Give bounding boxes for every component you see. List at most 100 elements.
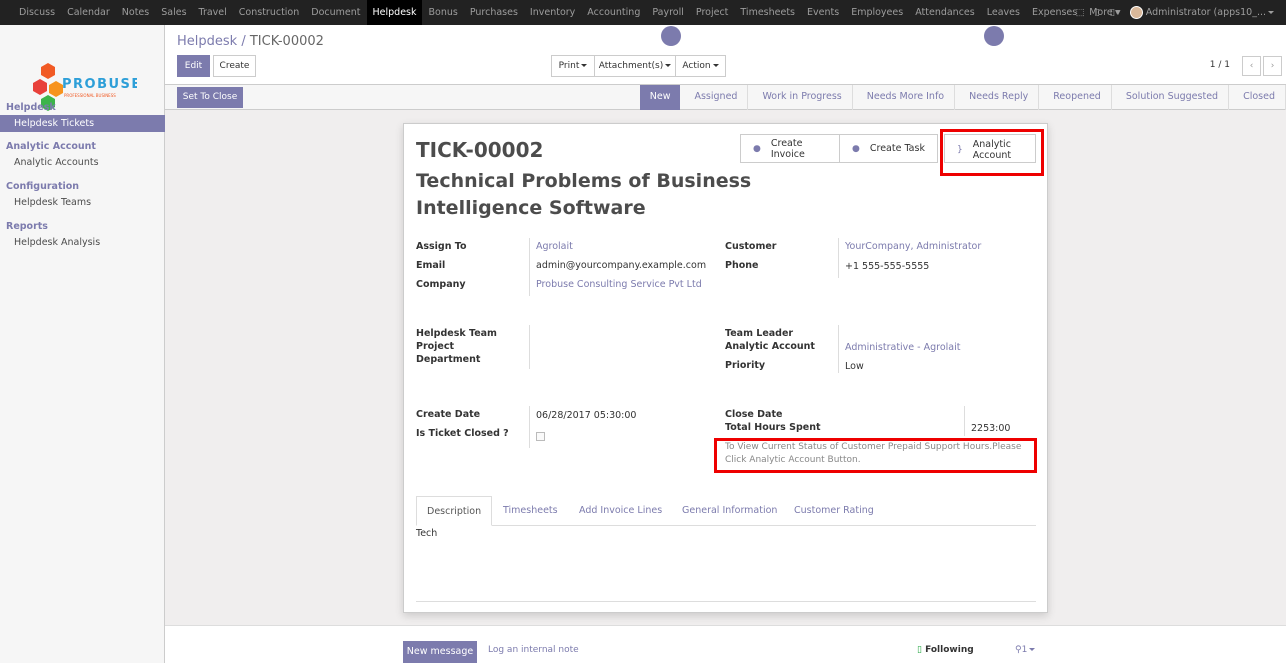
sidebar-item-helpdesk-tickets[interactable]: Helpdesk Tickets <box>0 115 165 132</box>
stage-assigned[interactable]: Assigned <box>680 85 749 110</box>
company-value[interactable]: Probuse Consulting Service Pvt Ltd <box>536 279 702 290</box>
stage-needs-more-info[interactable]: Needs More Info <box>853 85 956 110</box>
helpdesk-team-label: Helpdesk Team <box>416 328 497 339</box>
user-name: Administrator (apps10_... <box>1145 7 1266 18</box>
topmenu-item-calendar[interactable]: Calendar <box>61 0 116 25</box>
create-button[interactable]: Create <box>213 55 256 77</box>
priority-label: Priority <box>725 360 766 371</box>
topmenu-item-discuss[interactable]: Discuss <box>13 0 61 25</box>
topmenu-item-sales[interactable]: Sales <box>155 0 192 25</box>
ticket-subject: Technical Problems of Business Intelligen… <box>416 170 752 219</box>
topmenu-item-travel[interactable]: Travel <box>193 0 233 25</box>
topmenu-item-project[interactable]: Project <box>690 0 735 25</box>
breadcrumb: Helpdesk / TICK-00002 <box>177 34 324 49</box>
invoice-icon: ● <box>753 143 761 154</box>
sidebar: PROBUSE PROFESSIONAL BUSINESS Helpdesk He… <box>0 25 165 663</box>
sidebar-section-helpdesk: Helpdesk <box>6 102 56 113</box>
stage-solution-suggested[interactable]: Solution Suggested <box>1112 85 1230 110</box>
topmenu-item-document[interactable]: Document <box>305 0 366 25</box>
action-dropdown[interactable]: Action <box>675 55 726 77</box>
description-content[interactable]: Tech <box>416 528 437 539</box>
sidebar-item-helpdesk-teams[interactable]: Helpdesk Teams <box>0 194 165 211</box>
assign-to-value[interactable]: Agrolait <box>536 241 573 252</box>
is-ticket-closed-label: Is Ticket Closed ? <box>416 428 509 439</box>
cursor-marker <box>984 26 1004 46</box>
topmenu-item-notes[interactable]: Notes <box>116 0 155 25</box>
topmenu-item-attendances[interactable]: Attendances <box>909 0 981 25</box>
followers-dropdown[interactable]: ⚲1 <box>1015 645 1036 655</box>
topmenu-item-timesheets[interactable]: Timesheets <box>734 0 801 25</box>
attachments-dropdown[interactable]: Attachment(s) <box>594 55 676 77</box>
topmenu-item-bonus[interactable]: Bonus <box>422 0 463 25</box>
phone-label: Phone <box>725 260 759 271</box>
topmenu-item-accounting[interactable]: Accounting <box>581 0 646 25</box>
topmenu-item-construction[interactable]: Construction <box>233 0 306 25</box>
create-invoice-button[interactable]: ● Create Invoice <box>740 134 840 163</box>
email-value: admin@yourcompany.example.com <box>536 260 707 271</box>
tab-timesheets[interactable]: Timesheets <box>493 496 568 526</box>
set-to-close-button[interactable]: Set To Close <box>177 87 243 108</box>
topmenu-item-inventory[interactable]: Inventory <box>524 0 581 25</box>
svg-text:PROBUSE: PROBUSE <box>62 77 137 92</box>
highlight-box <box>940 129 1044 176</box>
tab-add-invoice-lines[interactable]: Add Invoice Lines <box>569 496 672 526</box>
statusbar: Set To Close New Assigned Work in Progress… <box>165 85 1286 110</box>
top-right-systray: ⬚ ▯ ▯▾ Administrator (apps10_... <box>1076 0 1286 25</box>
create-task-button[interactable]: ● Create Task <box>839 134 938 163</box>
avatar <box>1129 6 1143 19</box>
edit-button[interactable]: Edit <box>177 55 210 77</box>
sidebar-item-analytic-accounts[interactable]: Analytic Accounts <box>0 154 165 171</box>
company-label: Company <box>416 279 466 290</box>
tab-customer-rating[interactable]: Customer Rating <box>784 496 884 526</box>
is-ticket-closed-checkbox[interactable] <box>536 432 545 441</box>
messages-icon[interactable]: ▯ <box>1095 7 1100 18</box>
user-menu[interactable]: Administrator (apps10_... <box>1129 6 1274 19</box>
customer-label: Customer <box>725 241 777 252</box>
project-label: Project <box>416 341 455 352</box>
total-hours-label: Total Hours Spent <box>725 422 821 433</box>
stage-needs-reply[interactable]: Needs Reply <box>955 85 1040 110</box>
stage-reopened[interactable]: Reopened <box>1039 85 1112 110</box>
assign-to-label: Assign To <box>416 241 467 252</box>
stage-work-in-progress[interactable]: Work in Progress <box>748 85 853 110</box>
new-message-button[interactable]: New message <box>403 641 477 663</box>
task-icon: ● <box>852 143 860 154</box>
following-button[interactable]: ▯ Following <box>917 645 974 655</box>
topmenu-item-helpdesk[interactable]: Helpdesk <box>366 0 423 25</box>
activity-icon[interactable]: ▯▾ <box>1110 7 1120 18</box>
sidebar-item-helpdesk-analysis[interactable]: Helpdesk Analysis <box>0 234 165 251</box>
app-menu: Discuss Calendar Notes Sales Travel Construct… <box>13 0 1127 25</box>
customer-value[interactable]: YourCompany, Administrator <box>845 241 981 252</box>
log-note-button[interactable]: Log an internal note <box>488 645 579 655</box>
topmenu-item-purchases[interactable]: Purchases <box>464 0 524 25</box>
stage-new[interactable]: New <box>639 85 681 110</box>
notebook-tabs: Description Timesheets Add Invoice Lines Ge… <box>416 496 1036 526</box>
form-sheet: ● Create Invoice ● Create Task } Analytic Ac… <box>403 123 1048 613</box>
sidebar-section-configuration: Configuration <box>6 181 80 192</box>
user-icon: ⚲ <box>1015 645 1022 655</box>
analytic-account-label: Analytic Account <box>725 341 815 352</box>
topmenu-item-employees[interactable]: Employees <box>845 0 909 25</box>
create-date-value: 06/28/2017 05:30:00 <box>536 410 637 421</box>
topmenu-item-events[interactable]: Events <box>801 0 845 25</box>
analytic-account-value[interactable]: Administrative - Agrolait <box>845 342 960 353</box>
stage-pipeline: New Assigned Work in Progress Needs More In… <box>639 85 1286 110</box>
pager-previous-button[interactable]: ‹ <box>1242 56 1261 76</box>
create-date-label: Create Date <box>416 409 481 420</box>
sidebar-section-reports: Reports <box>6 221 48 232</box>
pager-next-button[interactable]: › <box>1263 56 1282 76</box>
stage-closed[interactable]: Closed <box>1229 85 1286 110</box>
topmenu-item-payroll[interactable]: Payroll <box>646 0 690 25</box>
department-label: Department <box>416 354 481 365</box>
cursor-marker <box>661 26 681 46</box>
close-date-label: Close Date <box>725 409 783 420</box>
highlight-box <box>714 438 1037 473</box>
sidebar-section-analytic-account: Analytic Account <box>6 141 96 152</box>
bug-icon[interactable]: ⬚ <box>1076 7 1085 18</box>
tab-general-information[interactable]: General Information <box>672 496 787 526</box>
email-label: Email <box>416 260 446 271</box>
print-dropdown[interactable]: Print <box>551 55 595 77</box>
breadcrumb-parent[interactable]: Helpdesk / <box>177 34 246 49</box>
topmenu-item-leaves[interactable]: Leaves <box>981 0 1026 25</box>
tab-description[interactable]: Description <box>416 496 493 526</box>
